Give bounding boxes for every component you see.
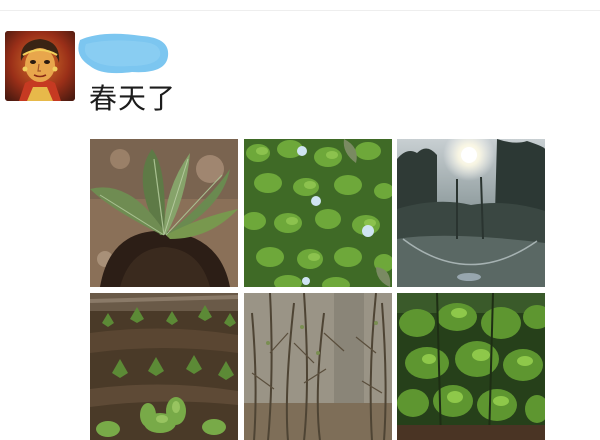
photo-green-shrubs[interactable]	[397, 293, 545, 440]
author-avatar[interactable]	[5, 31, 75, 101]
author-name-redacted[interactable]	[72, 30, 172, 76]
moments-post-screen: 春天了	[0, 0, 600, 440]
photo-bare-branches[interactable]	[244, 293, 392, 440]
photo-sunlit-trees[interactable]	[397, 139, 545, 287]
post-text: 春天了	[89, 82, 177, 115]
photo-plant-in-soil[interactable]	[90, 139, 238, 287]
photo-garden-seedlings[interactable]	[90, 293, 238, 440]
top-divider	[0, 10, 600, 11]
photo-leafy-ground-cover[interactable]	[244, 139, 392, 287]
